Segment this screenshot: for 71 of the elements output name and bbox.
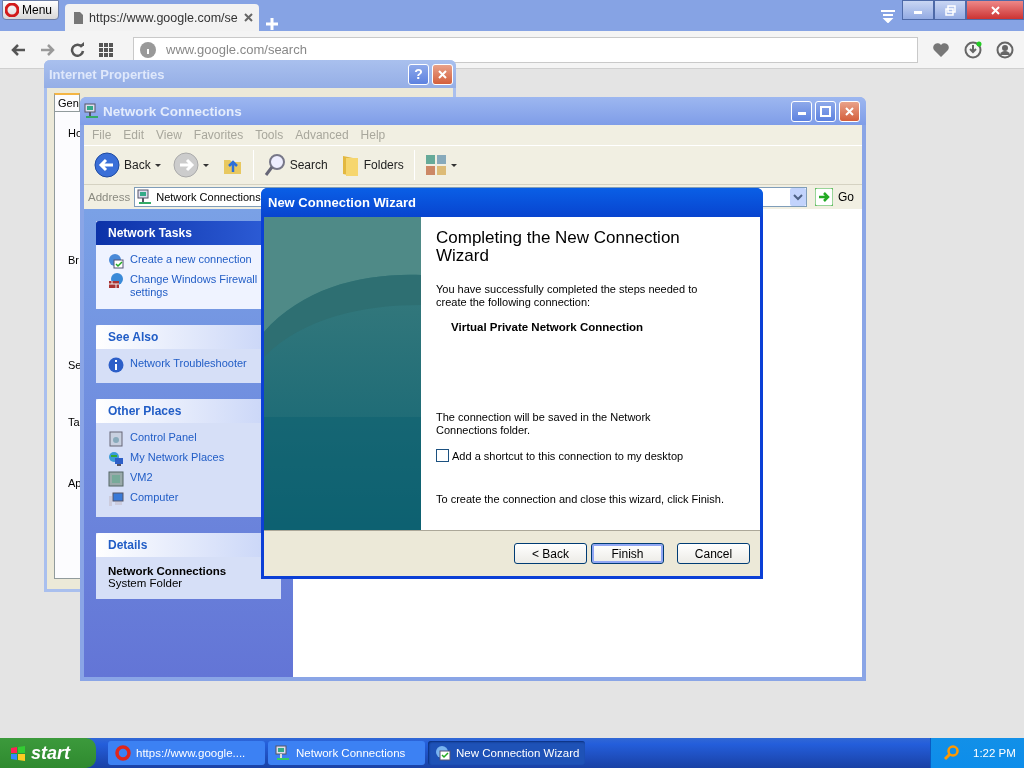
task-link[interactable]: Change Windows Firewall settings	[130, 273, 258, 299]
dropdown-caret-icon[interactable]	[154, 163, 161, 167]
dialog-button[interactable]: Cancel	[677, 543, 750, 564]
menu-button[interactable]: Menu	[2, 0, 60, 20]
search-button[interactable]: Search	[259, 151, 332, 179]
network-globe-icon	[108, 451, 124, 467]
address-field[interactable]: www.google.com/search	[133, 36, 918, 63]
window-title: Internet Properties	[49, 66, 166, 82]
task-link[interactable]: My Network Places	[130, 451, 258, 464]
heart-icon[interactable]	[932, 41, 950, 58]
back-button[interactable]: Back	[90, 150, 165, 180]
computer-icon	[108, 491, 124, 507]
details-name: Network Connections	[108, 565, 228, 577]
connection-wizard-icon	[435, 745, 451, 761]
task-link[interactable]: VM2	[130, 471, 258, 484]
task-link[interactable]: Network Troubleshooter	[130, 357, 258, 370]
page-icon	[73, 11, 84, 24]
drive-icon	[108, 471, 124, 487]
taskbar-button[interactable]: Network Connections	[268, 741, 425, 765]
window-title: Network Connections	[103, 103, 243, 119]
connection-wizard-icon	[108, 253, 124, 269]
taskbar-button[interactable]: New Connection Wizard	[428, 741, 585, 765]
windows-flag-icon	[10, 745, 26, 761]
reload-icon[interactable]	[70, 42, 85, 57]
connection-name: Virtual Private Network Connection	[451, 321, 645, 333]
search-icon	[263, 153, 286, 177]
intro-text: You have successfully completed the steps needed to create the following connection:	[436, 283, 699, 309]
firewall-icon	[108, 273, 124, 289]
setting-label: Br	[68, 254, 79, 266]
checkbox-label[interactable]: Add a shortcut to this connection to my desktop	[452, 449, 684, 462]
forward-icon[interactable]	[40, 42, 56, 57]
speed-dial-icon[interactable]	[99, 42, 113, 57]
browser-tab[interactable]: https://www.google.com/se	[65, 4, 260, 31]
site-info-icon[interactable]	[140, 41, 156, 58]
dialog-button[interactable]: < Back	[514, 543, 587, 564]
dropdown-caret-icon[interactable]	[450, 163, 457, 167]
wizard-heading: Completing the New Connection Wizard	[436, 229, 681, 265]
network-folder-icon	[137, 189, 154, 205]
dropdown-caret-icon[interactable]	[202, 163, 209, 167]
task-link[interactable]: Computer	[130, 491, 258, 504]
task-link[interactable]: Create a new connection	[130, 253, 258, 266]
network-folder-icon	[84, 103, 100, 119]
control-panel-icon	[108, 431, 124, 447]
tab-menu-icon[interactable]	[880, 8, 896, 23]
window-title: New Connection Wizard	[268, 195, 417, 210]
checkbox[interactable]	[436, 449, 449, 462]
dialog-tab[interactable]: Gen	[54, 93, 80, 111]
maximize-icon[interactable]	[820, 105, 831, 117]
close-icon[interactable]	[243, 13, 253, 22]
taskbar-button[interactable]: https://www.google....	[108, 741, 265, 765]
task-link[interactable]: Control Panel	[130, 431, 258, 444]
setting-label: Ta	[68, 416, 80, 428]
save-note: The connection will be saved in the Network Connections folder.	[436, 411, 652, 437]
download-icon[interactable]	[964, 40, 982, 59]
details-description: System Folder	[108, 577, 184, 589]
info-icon	[108, 357, 124, 373]
new-tab-icon[interactable]	[265, 17, 280, 31]
instruction-text: To create the connection and close this wizard, click Finish.	[436, 493, 725, 506]
user-icon[interactable]	[996, 40, 1014, 59]
views-icon	[424, 154, 447, 176]
clock: 1:22 PM	[973, 747, 1016, 759]
address-label: Address	[88, 191, 131, 203]
network-folder-icon	[275, 745, 291, 761]
go-arrow-icon	[815, 188, 833, 206]
opera-logo-icon	[5, 3, 19, 17]
start-button[interactable]: start	[0, 738, 96, 768]
folders-button[interactable]: Folders	[335, 151, 408, 179]
go-button[interactable]: Go	[811, 188, 858, 206]
dialog-button[interactable]: Finish	[591, 543, 664, 564]
back-icon[interactable]	[10, 42, 26, 57]
opera-logo-icon	[115, 745, 131, 761]
